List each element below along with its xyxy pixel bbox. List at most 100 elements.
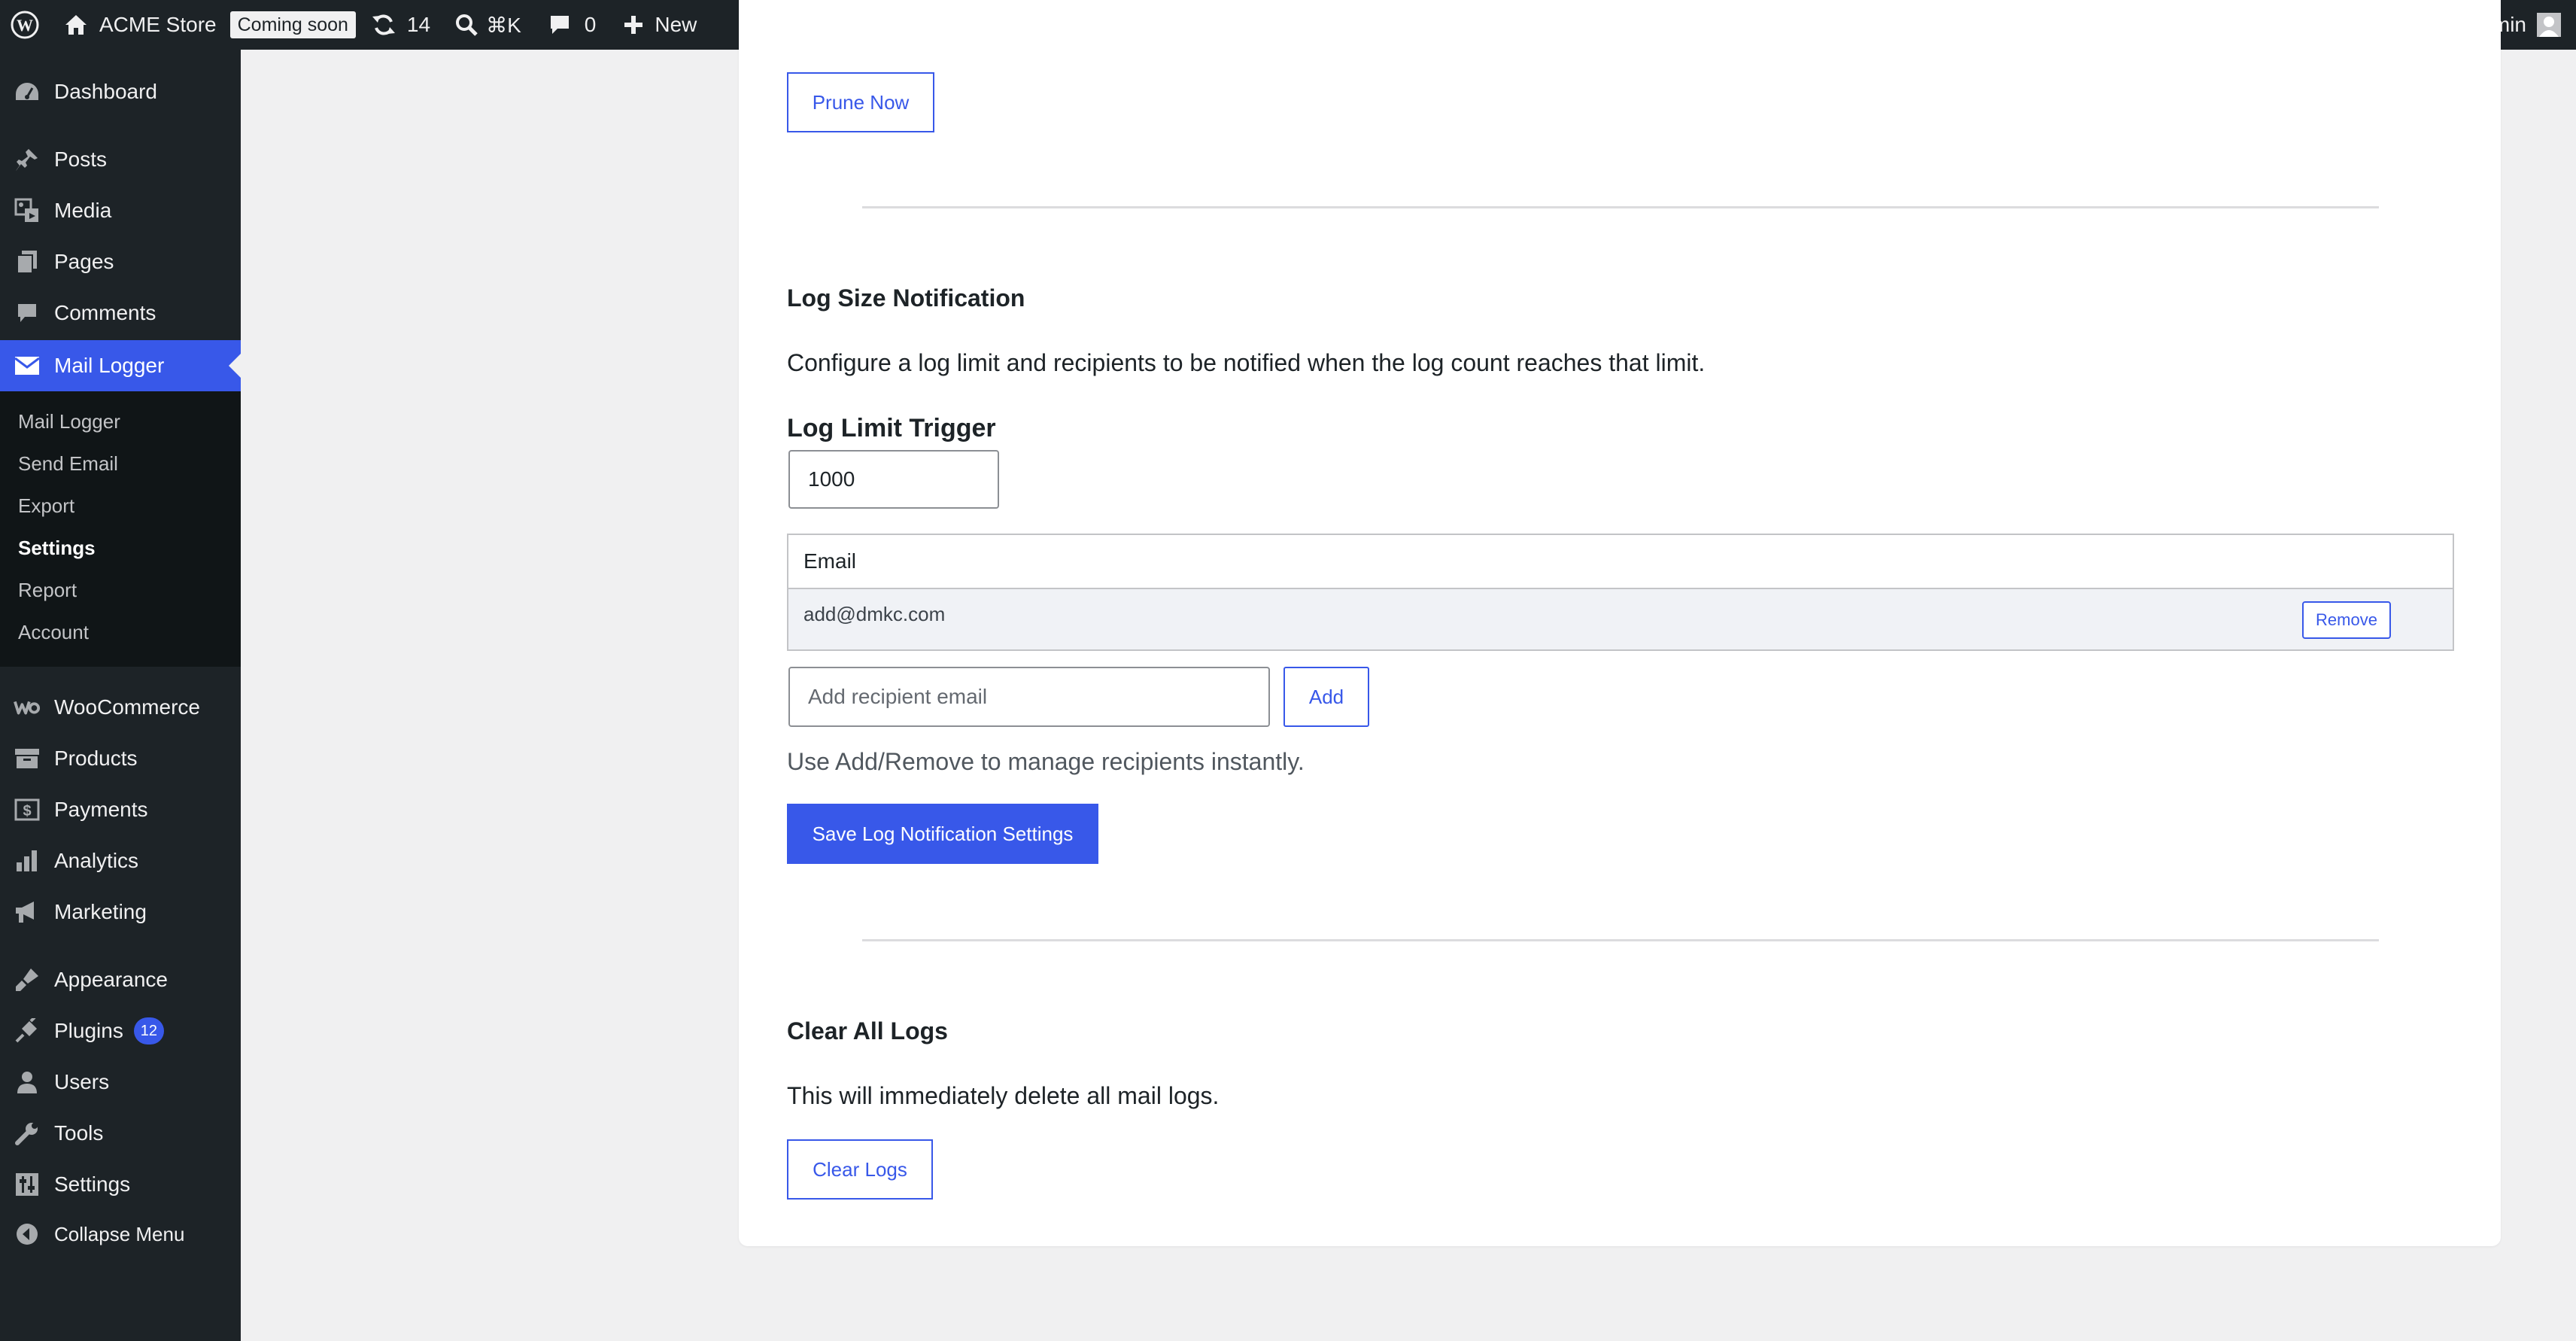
sidebar-item-label: Mail Logger [54,354,165,377]
plugins-update-badge: 12 [133,1017,164,1045]
comment-icon [550,16,569,34]
submenu-item-settings[interactable]: Settings [18,536,96,560]
sidebar-item-payments[interactable]: $ Payments [0,784,241,835]
sidebar-item-posts[interactable]: Posts [0,134,241,185]
sidebar-item-products[interactable]: Products [0,733,241,784]
brush-icon [14,966,41,993]
wordpress-logo-icon[interactable]: W [0,0,50,50]
clear-logs-description: This will immediately delete all mail lo… [787,1082,1220,1109]
sidebar-item-label: Settings [54,1172,131,1196]
sidebar-item-label: Posts [54,147,108,171]
sidebar-item-mail-logger[interactable]: Mail Logger [0,340,241,391]
sidebar-item-label: Pages [54,250,114,273]
new-content-link[interactable]: New [623,0,697,50]
submenu-item-mail-logger[interactable]: Mail Logger [18,409,120,433]
wrench-icon [14,1120,41,1147]
site-name: ACME Store [99,13,217,36]
plug-icon [14,1017,41,1045]
recipient-email: add@dmkc.com [803,603,946,625]
sidebar-item-appearance[interactable]: Appearance [0,954,241,1005]
archive-icon [14,745,41,772]
sidebar-item-label: Collapse Menu [54,1222,185,1245]
payments-icon: $ [14,796,41,823]
sidebar-item-label: Products [54,747,138,770]
bar-chart-icon [14,847,41,874]
updates-link[interactable]: 14 [371,0,430,50]
search-icon [456,14,478,36]
submenu-item-account[interactable]: Account [18,620,89,644]
site-name-link[interactable]: ACME Store [63,0,217,50]
save-log-notification-button[interactable]: Save Log Notification Settings [787,804,1098,864]
sidebar-item-users[interactable]: Users [0,1057,241,1108]
avatar [2537,13,2561,37]
clear-logs-heading: Clear All Logs [787,1017,948,1045]
sidebar-item-label: Media [54,199,112,222]
collapse-menu-button[interactable]: Collapse Menu [0,1209,241,1260]
log-size-description: Configure a log limit and recipients to … [787,349,1706,376]
log-limit-input[interactable] [788,450,999,509]
comments-link[interactable]: 0 [548,0,597,50]
sidebar-item-marketing[interactable]: Marketing [0,886,241,938]
collapse-icon [14,1221,41,1248]
sidebar-item-label: Marketing [54,900,147,923]
media-icon [14,197,41,224]
dashboard-icon [14,78,41,105]
megaphone-icon [14,899,41,926]
sidebar-item-label: Tools [54,1121,104,1145]
home-icon [65,15,87,35]
sidebar-item-label: Plugins [54,1019,123,1042]
update-icon [372,14,395,35]
section-divider [862,206,2379,208]
admin-sidebar: Dashboard Posts Media Pages Comments Mai… [0,50,241,1341]
woo-icon [14,694,41,721]
new-label: New [655,13,697,36]
table-header: Email [788,535,2453,589]
sidebar-item-label: Appearance [54,968,169,991]
plus-icon [624,16,643,34]
sidebar-item-label: Dashboard [54,80,157,103]
sidebar-item-label: Payments [54,798,148,821]
comments-count: 0 [584,13,597,36]
log-size-heading: Log Size Notification [787,284,1025,312]
sidebar-item-plugins[interactable]: Plugins 12 [0,1005,241,1057]
sidebar-item-label: WooCommerce [54,695,200,719]
sidebar-item-label: Comments [54,301,156,324]
mail-icon [14,352,41,379]
log-limit-label: Log Limit Trigger [787,414,996,442]
remove-recipient-button[interactable]: Remove [2302,601,2391,639]
email-column-header: Email [803,549,857,573]
pages-icon [14,248,41,275]
search-shortcut: ⌘K [486,13,521,37]
submenu-item-send-email[interactable]: Send Email [18,452,118,476]
submenu-item-report[interactable]: Report [18,578,77,602]
sidebar-item-media[interactable]: Media [0,185,241,236]
svg-text:$: $ [23,803,31,820]
comment-icon [14,300,41,327]
sliders-icon [14,1171,41,1198]
pin-icon [14,146,41,173]
submenu-item-export[interactable]: Export [18,494,74,518]
sidebar-item-dashboard[interactable]: Dashboard [0,66,241,117]
recipients-table: Email add@dmkc.com Remove [787,534,2454,651]
prune-now-button[interactable]: Prune Now [787,72,934,132]
sidebar-item-comments[interactable]: Comments [0,287,241,339]
recipients-help-text: Use Add/Remove to manage recipients inst… [787,748,1305,775]
table-row: add@dmkc.com Remove [788,589,2453,649]
coming-soon-badge[interactable]: Coming soon [229,11,356,38]
sidebar-item-label: Users [54,1070,110,1093]
clear-logs-button[interactable]: Clear Logs [787,1139,933,1200]
search-link[interactable]: ⌘K [454,0,521,50]
sidebar-item-tools[interactable]: Tools [0,1108,241,1159]
add-recipient-button[interactable]: Add [1283,667,1369,727]
sidebar-item-pages[interactable]: Pages [0,236,241,287]
mail-logger-submenu: Mail Logger Send Email Export Settings R… [0,391,241,667]
sidebar-item-label: Analytics [54,849,139,872]
sidebar-item-woocommerce[interactable]: WooCommerce [0,682,241,733]
section-divider [862,939,2379,941]
sidebar-item-analytics[interactable]: Analytics [0,835,241,886]
add-recipient-input[interactable] [788,667,1270,727]
svg-text:W: W [17,16,33,35]
sidebar-item-settings[interactable]: Settings [0,1159,241,1210]
updates-count: 14 [406,13,431,36]
user-icon [14,1069,41,1096]
